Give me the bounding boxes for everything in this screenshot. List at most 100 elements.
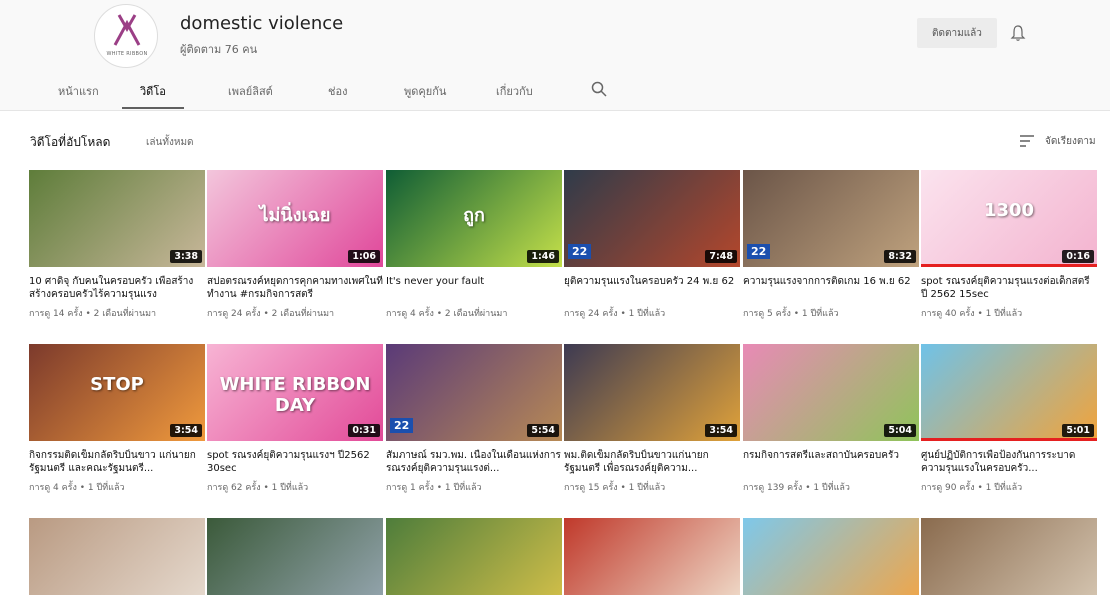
video-duration: 1:06 [348,250,380,263]
video-thumbnail[interactable] [29,518,205,595]
video-meta: การดู 15 ครั้ง • 1 ปีที่แล้ว [564,483,666,493]
video-card[interactable] [564,518,740,595]
video-title[interactable]: spot รณรงค์ยุติความรุนแรงต่อเด็กสตรี ปี … [921,275,1097,301]
video-thumbnail[interactable]: 22 5:54 [386,344,562,441]
video-thumbnail[interactable]: STOP 3:54 [29,344,205,441]
video-thumbnail[interactable] [386,518,562,595]
video-title[interactable]: 10 ศาดิจุ กับคนในครอบครัว เพื่อสร้างสร้า… [29,275,205,301]
video-title[interactable]: กรมกิจการสตรีและสถาบันครอบครัว [743,449,919,475]
video-card[interactable]: STOP 3:54 กิจกรรมติดเข็มกลัดริบบิ้นขาว แก่… [29,344,205,494]
video-meta: การดู 40 ครั้ง • 1 ปีที่แล้ว [921,309,1023,319]
video-title[interactable]: ยุติความรุนแรงในครอบครัว 24 พ.ย 62 [564,275,740,301]
video-title[interactable]: พม.ติดเข็มกลัดริบบิ้นขาวแก่นายกรัฐมนตรี … [564,449,740,475]
tab-videos[interactable]: วิดีโอ [140,82,166,100]
tab-channels[interactable]: ช่อง [328,82,347,100]
tab-playlists[interactable]: เพลย์ลิสต์ [228,82,273,100]
video-thumbnail[interactable]: 3:38 [29,170,205,267]
video-card[interactable]: 3:54 พม.ติดเข็มกลัดริบบิ้นขาวแก่นายกรัฐมน… [564,344,740,494]
video-thumbnail[interactable]: 5:01 [921,344,1097,441]
video-thumbnail[interactable]: 3:54 [564,344,740,441]
video-title[interactable]: สัมภาษณ์ รมว.พม. เนื่องในเดือนแห่งการรณร… [386,449,562,475]
video-thumbnail[interactable] [743,518,919,595]
video-thumbnail[interactable] [564,518,740,595]
video-thumbnail[interactable]: 1300 0:16 [921,170,1097,267]
video-card[interactable]: 1300 0:16 spot รณรงค์ยุติความรุนแรงต่อเด็ก… [921,170,1097,320]
channel-header: WHITE RIBBON domestic violence ผู้ติดตาม… [0,0,1110,110]
tab-discussion[interactable]: พูดคุยกัน [404,82,446,100]
video-title[interactable]: It's never your fault [386,275,562,301]
video-card[interactable] [207,518,383,595]
video-duration: 0:16 [1062,250,1094,263]
video-meta: การดู 14 ครั้ง • 2 เดือนที่ผ่านมา [29,309,157,319]
channel-badge: 22 [568,244,592,259]
thumbnail-overlay-text: ไม่นิ่งเฉย [259,205,331,226]
watch-progress-bar [921,264,1097,267]
video-card[interactable]: 3:38 10 ศาดิจุ กับคนในครอบครัว เพื่อสร้าง… [29,170,205,320]
video-duration: 5:04 [884,424,916,437]
active-tab-indicator [122,107,184,109]
play-all-link[interactable]: เล่นทั้งหมด [146,135,194,150]
logo-caption: WHITE RIBBON [106,51,148,57]
video-title[interactable]: สปอตรณรงค์หยุดการคุกคามทางเพศในที่ทำงาน … [207,275,383,301]
video-thumbnail[interactable]: 5:04 [743,344,919,441]
thumbnail-overlay-text: STOP [90,374,144,395]
sort-label[interactable]: จัดเรียงตาม [1045,134,1096,149]
channel-avatar[interactable]: WHITE RIBBON [94,4,158,68]
video-duration: 3:54 [705,424,737,437]
video-meta: การดู 90 ครั้ง • 1 ปีที่แล้ว [921,483,1023,493]
video-card[interactable]: WHITE RIBBON DAY 0:31 spot รณรงค์ยุติความร… [207,344,383,494]
video-card[interactable]: 22 7:48 ยุติความรุนแรงในครอบครัว 24 พ.ย 62… [564,170,740,320]
video-thumbnail[interactable]: ไม่นิ่งเฉย 1:06 [207,170,383,267]
video-title[interactable]: ศูนย์ปฏิบัติการเพื่อป้องกันการระบาดความร… [921,449,1097,475]
video-duration: 3:38 [170,250,202,263]
video-duration: 3:54 [170,424,202,437]
video-card[interactable] [29,518,205,595]
video-card[interactable] [386,518,562,595]
header-divider [0,110,1110,111]
video-thumbnail[interactable]: ถูก 1:46 [386,170,562,267]
video-thumbnail[interactable]: 22 8:32 [743,170,919,267]
video-duration: 7:48 [705,250,737,263]
search-icon[interactable] [590,80,608,98]
video-duration: 5:01 [1062,424,1094,437]
video-card[interactable] [743,518,919,595]
tab-about[interactable]: เกี่ยวกับ [496,82,533,100]
video-card[interactable]: 5:04 กรมกิจการสตรีและสถาบันครอบครัว การดู … [743,344,919,494]
channel-badge: 22 [747,244,771,259]
channel-tabs: หน้าแรก วิดีโอ เพลย์ลิสต์ ช่อง พูดคุยกัน… [0,74,1110,110]
tab-home[interactable]: หน้าแรก [58,82,99,100]
sort-icon[interactable] [1019,134,1035,148]
thumbnail-overlay-text: ถูก [463,205,485,226]
video-title[interactable]: ความรุนแรงจากการติดเกม 16 พ.ย 62 [743,275,919,301]
video-thumbnail[interactable]: 22 7:48 [564,170,740,267]
video-meta: การดู 62 ครั้ง • 1 ปีที่แล้ว [207,483,309,493]
video-thumbnail[interactable] [207,518,383,595]
video-card[interactable] [921,518,1097,595]
video-title[interactable]: กิจกรรมติดเข็มกลัดริบบิ้นขาว แก่นายกรัฐม… [29,449,205,475]
white-ribbon-logo [113,14,141,46]
video-thumbnail[interactable]: WHITE RIBBON DAY 0:31 [207,344,383,441]
video-card[interactable]: 22 8:32 ความรุนแรงจากการติดเกม 16 พ.ย 62 กา… [743,170,919,320]
video-meta: การดู 4 ครั้ง • 2 เดือนที่ผ่านมา [386,309,508,319]
video-meta: การดู 1 ครั้ง • 1 ปีที่แล้ว [386,483,482,493]
subscribed-button[interactable]: ติดตามแล้ว [917,18,997,48]
thumbnail-image [564,518,740,595]
video-card[interactable]: 5:01 ศูนย์ปฏิบัติการเพื่อป้องกันการระบาดค… [921,344,1097,494]
thumbnail-image [207,518,383,595]
thumbnail-overlay-text: 1300 [983,200,1035,221]
video-card[interactable]: ไม่นิ่งเฉย 1:06 สปอตรณรงค์หยุดการคุกคามทาง… [207,170,383,320]
video-duration: 1:46 [527,250,559,263]
bell-icon[interactable] [1009,24,1027,42]
watch-progress-bar [921,438,1097,441]
thumbnail-image [29,518,205,595]
video-card[interactable]: ถูก 1:46 It's never your fault การดู 4 ครั้… [386,170,562,320]
video-duration: 8:32 [884,250,916,263]
video-card[interactable]: 22 5:54 สัมภาษณ์ รมว.พม. เนื่องในเดือนแห่ง… [386,344,562,494]
thumbnail-overlay-text: WHITE RIBBON DAY [219,374,371,416]
video-duration: 5:54 [527,424,559,437]
video-title[interactable]: spot รณรงค์ยุติความรุนแรงฯ ปี2562 30sec [207,449,383,475]
video-duration: 0:31 [348,424,380,437]
channel-name: domestic violence [180,13,344,34]
video-thumbnail[interactable] [921,518,1097,595]
subscriber-count: ผู้ติดตาม 76 คน [180,43,258,56]
